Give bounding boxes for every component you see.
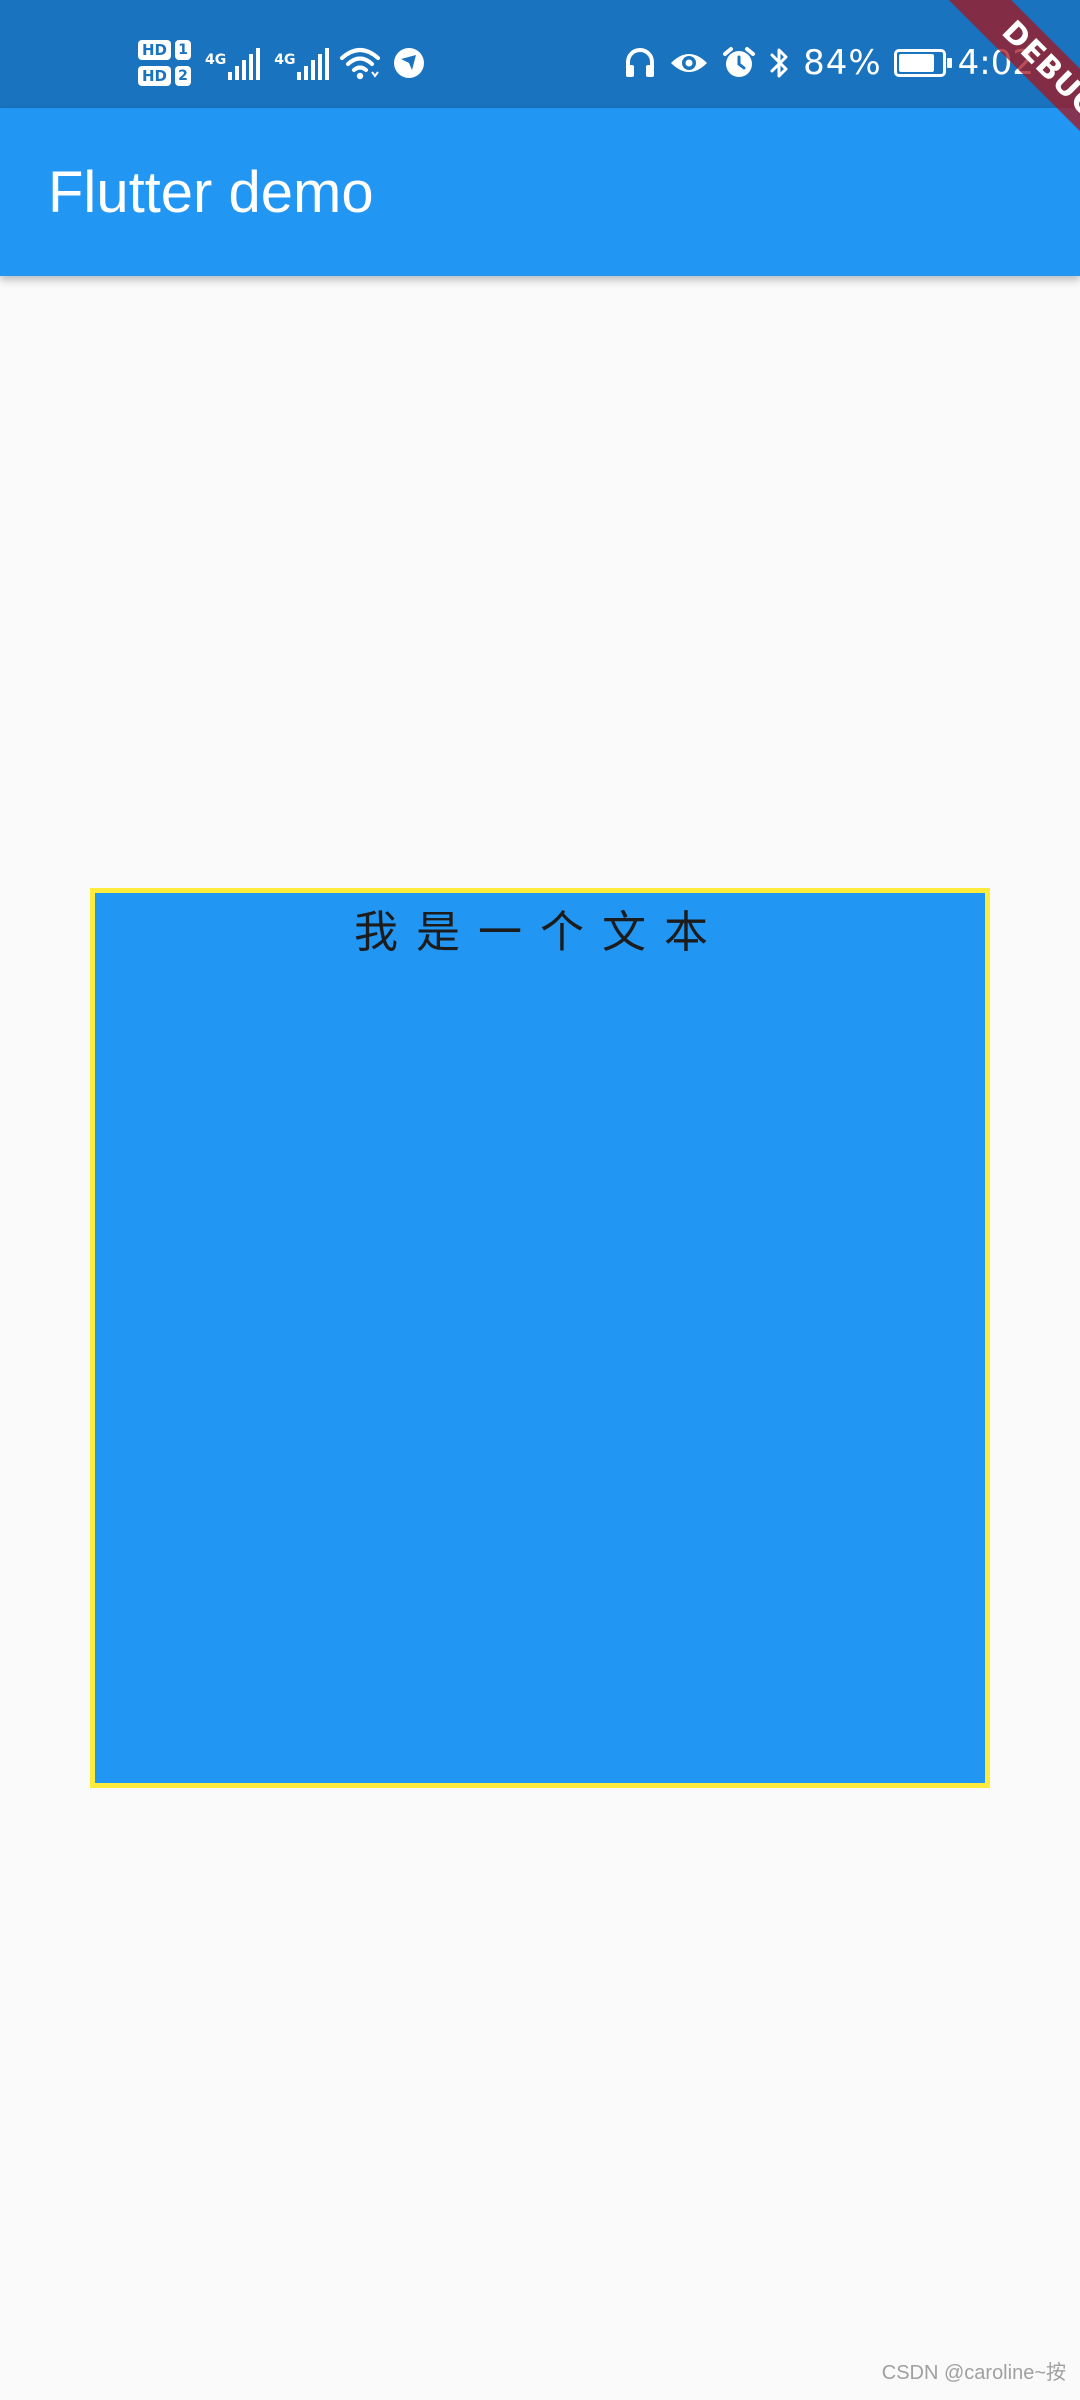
network1-signal: 4G xyxy=(205,46,261,80)
sim2-indicator: HD 2 xyxy=(138,66,192,86)
battery-percentage: 84% xyxy=(803,43,882,83)
wifi-icon xyxy=(340,48,381,80)
hd-badge: HD xyxy=(138,40,172,60)
watermark-text: CSDN @caroline~按 xyxy=(881,2362,1066,2384)
hd-badge: HD xyxy=(138,66,172,86)
status-bar: HD 1 HD 2 4G 4G 84% 4:02 xyxy=(0,0,1080,108)
alarm-icon xyxy=(723,47,756,77)
page-content: 我是一个文本 xyxy=(0,276,1080,2400)
sim-slot-number: 2 xyxy=(175,66,192,86)
bluetooth-icon xyxy=(770,48,788,78)
eye-icon xyxy=(671,54,708,72)
signal-icon xyxy=(297,46,330,80)
location-icon xyxy=(394,48,425,78)
headphones-icon xyxy=(626,48,655,77)
network-type-label: 4G xyxy=(205,52,227,68)
battery-level-fill xyxy=(898,54,934,72)
app-bar: Flutter demo xyxy=(0,108,1080,276)
sim-indicators: HD 1 HD 2 xyxy=(138,40,192,86)
battery-icon xyxy=(893,49,952,77)
status-time: 4:02 xyxy=(957,43,1034,83)
sim1-indicator: HD 1 xyxy=(138,40,192,60)
network-type-label: 4G xyxy=(274,52,296,68)
signal-icon xyxy=(228,46,261,80)
container-text: 我是一个文本 xyxy=(354,907,726,958)
app-bar-title: Flutter demo xyxy=(48,160,374,225)
text-container-box: 我是一个文本 xyxy=(90,888,990,1788)
status-bar-right: 84% 4:02 xyxy=(623,30,1034,96)
network2-signal: 4G xyxy=(274,46,330,80)
status-bar-left: HD 1 HD 2 4G 4G xyxy=(138,30,427,96)
sim-slot-number: 1 xyxy=(175,40,192,60)
